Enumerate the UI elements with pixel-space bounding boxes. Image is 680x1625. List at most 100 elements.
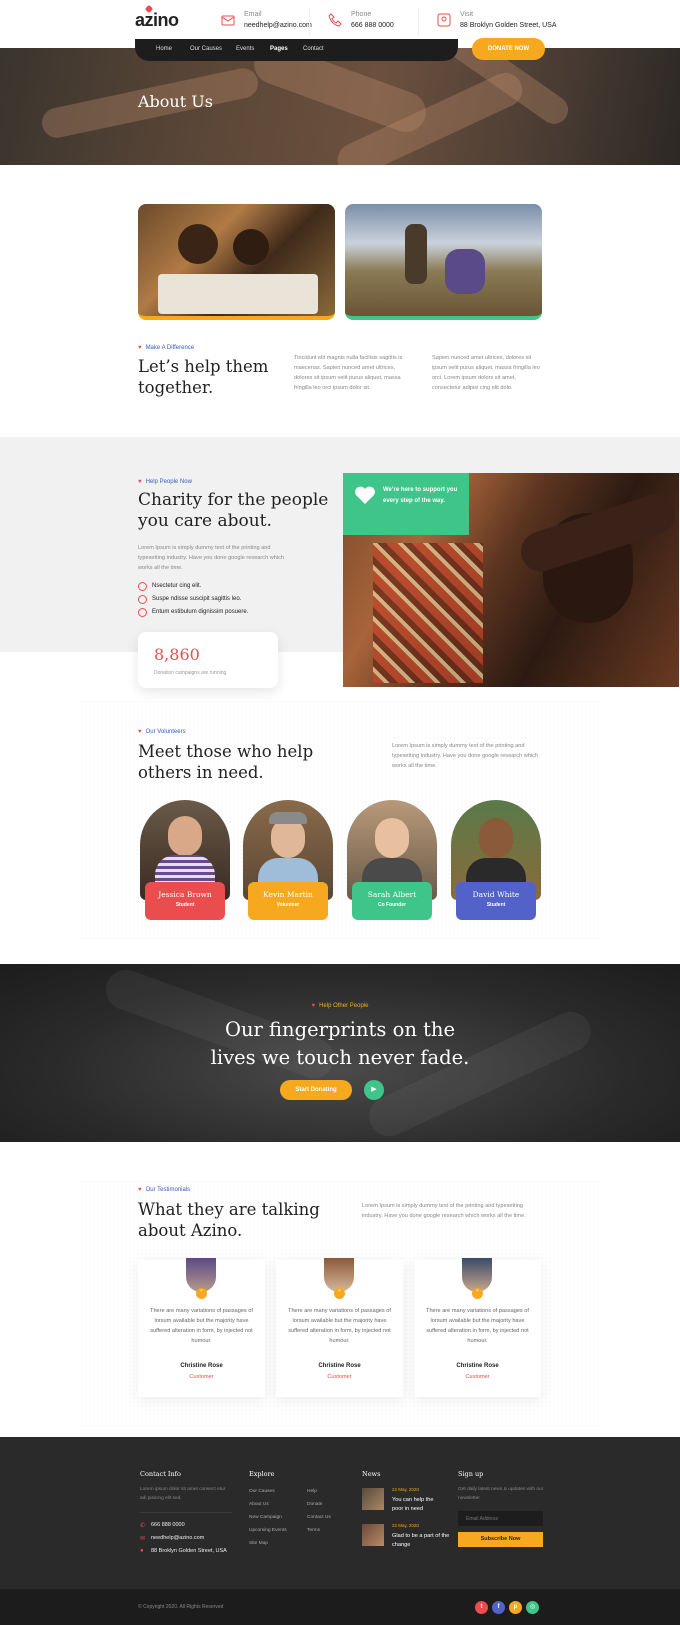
testimonial-quote: There are many variations of passages of… [288,1308,391,1344]
check-item: Nsectetur cing elit. [138,582,201,591]
volunteer-card[interactable]: Sarah Albert Co Founder [347,800,437,924]
volunteer-card[interactable]: Kevin Martin Volunteer [243,800,333,924]
volunteer-role: Volunteer [276,902,300,908]
news-thumb [362,1488,384,1510]
face-shape [271,818,305,858]
avatar [186,1258,216,1292]
donation-count: 8,860 [154,645,200,664]
testimonial-quote: There are many variations of passages of… [426,1308,529,1344]
twitter-icon[interactable]: t [475,1601,488,1614]
page-title: About Us [138,92,213,111]
volunteers-eyebrow: Our Volunteers [138,729,186,735]
nav-events[interactable]: Events [236,46,254,52]
news-thumb [362,1524,384,1546]
child-face-shape [233,229,269,265]
donation-stat-card: 8,860 Donation campaigns are running [138,632,278,688]
footer-link[interactable]: Help [307,1489,317,1494]
contact-email[interactable]: Email needhelp@azino.com [220,10,312,36]
footer-bottom-bar: © Copyright 2020. All Rights Reserved [0,1589,680,1625]
footer-link[interactable]: New Campaign [249,1515,282,1520]
logo[interactable]: azino [135,4,179,31]
donate-now-button[interactable]: DONATE NOW [472,38,545,60]
contact-value: needhelp@azino.com [244,22,312,29]
footer-address-text: 88 Broklyn Golden Street, USA [151,1548,227,1554]
pinterest-icon[interactable]: p [509,1601,522,1614]
banner-eyebrow: Help Other People [0,1003,680,1009]
contact-value: 666 888 0000 [351,22,394,29]
location-icon [437,13,451,27]
banner-heading-line: lives we touch never fade. [210,1046,470,1069]
footer-link[interactable]: Donate [307,1502,322,1507]
charity-heading: Charity for the people you care about. [138,490,329,531]
start-donating-button[interactable]: Start Donating [280,1080,352,1100]
newsletter-email-input[interactable] [458,1511,543,1526]
testimonial-card: “ There are many variations of passages … [276,1258,403,1397]
testimonial-role: Customer [189,1374,214,1380]
check-item: Suspe ndisse suscipit sagittis leo. [138,595,241,604]
footer-contact-text: Lorem ipsum dolor sit amet consect etur … [140,1487,226,1501]
instagram-icon[interactable]: ◎ [526,1601,539,1614]
footer-phone-text: 666 888 0000 [151,1522,185,1528]
phone-icon: ✆ [140,1523,146,1529]
logo-text: azino [135,10,179,30]
contact-visit[interactable]: Visit 88 Broklyn Golden Street, USA [436,10,557,36]
testimonials-text: Lorem Ipsum is simply dummy text of the … [362,1203,526,1219]
volunteer-card[interactable]: Jessica Brown Student [140,800,230,924]
nav-our-causes[interactable]: Our Causes [190,46,222,52]
subscribe-button[interactable]: Subscribe Now [458,1532,543,1547]
footer-link[interactable]: Contact Us [307,1515,331,1520]
testimonial-name: Christine Rose [456,1363,499,1369]
copyright: © Copyright 2020. All Rights Reserved [138,1604,224,1610]
main-nav: Home Our Causes Events Pages Contact [135,39,458,61]
footer-link[interactable]: Terms [307,1528,320,1533]
news-title: You can help the poor in need [392,1497,434,1512]
footer-signup-text: Get daily latest news & updates with our… [458,1487,544,1501]
support-card: We’re here to support you every step of … [343,473,469,535]
news-date: 22 May, 2020 [392,1523,419,1528]
footer-news-title: News [362,1470,381,1478]
footer-phone[interactable]: ✆ 666 888 0000 [140,1522,185,1529]
footer-email[interactable]: ✉ needhelp@azino.com [140,1535,204,1542]
nav-home[interactable]: Home [156,46,172,52]
face-shape [479,818,513,858]
testimonial-role: Customer [327,1374,352,1380]
cloth-shape [373,543,483,683]
charity-text: Lorem Ipsum is simply dummy text of the … [138,545,285,571]
quote-icon: “ [334,1288,345,1299]
about-eyebrow: Make A Difference [138,345,195,351]
footer-link[interactable]: Our Causes [249,1489,275,1494]
nav-contact[interactable]: Contact [303,46,324,52]
check-item: Entum estibulum dignissim posuere. [138,608,248,617]
testimonial-quote: There are many variations of passages of… [150,1308,253,1344]
page-hero: About Us [0,48,680,165]
testimonials-heading: What they are talking about Azino. [138,1200,320,1240]
footer-link[interactable]: Site Map [249,1541,268,1546]
about-text-1: Tincidunt elit magnis nulla facilisis sa… [294,355,403,391]
footer-contact-title: Contact Info [140,1470,181,1478]
cap-shape [269,812,307,824]
volunteers-heading: Meet those who help others in need. [138,742,314,782]
face-shape [375,818,409,858]
avatar [462,1258,492,1292]
testimonial-name: Christine Rose [318,1363,361,1369]
banner-heading-line: Our fingerprints on the [224,1018,456,1041]
facebook-icon[interactable]: f [492,1601,505,1614]
contact-phone[interactable]: Phone 666 888 0000 [327,10,394,36]
testimonial-role: Customer [465,1374,490,1380]
play-video-button[interactable]: ▶ [364,1080,384,1100]
footer: Contact Info Lorem ipsum dolor sit amet … [0,1437,680,1589]
volunteer-card[interactable]: David White Student [451,800,541,924]
volunteer-role: Student [486,902,506,908]
face-shape [168,816,202,856]
location-icon: ● [140,1548,144,1554]
divider [309,8,310,36]
nav-pages[interactable]: Pages [270,46,288,52]
footer-link[interactable]: About Us [249,1502,269,1507]
contact-label: Email [244,11,262,18]
footer-link[interactable]: Upcoming Events [249,1528,287,1533]
footer-signup-title: Sign up [458,1470,484,1478]
testimonial-card: “ There are many variations of passages … [138,1258,265,1397]
banner-heading: Our fingerprints on the lives we touch ne… [0,1016,680,1072]
mail-icon: ✉ [140,1536,146,1542]
person-shape [405,224,427,284]
